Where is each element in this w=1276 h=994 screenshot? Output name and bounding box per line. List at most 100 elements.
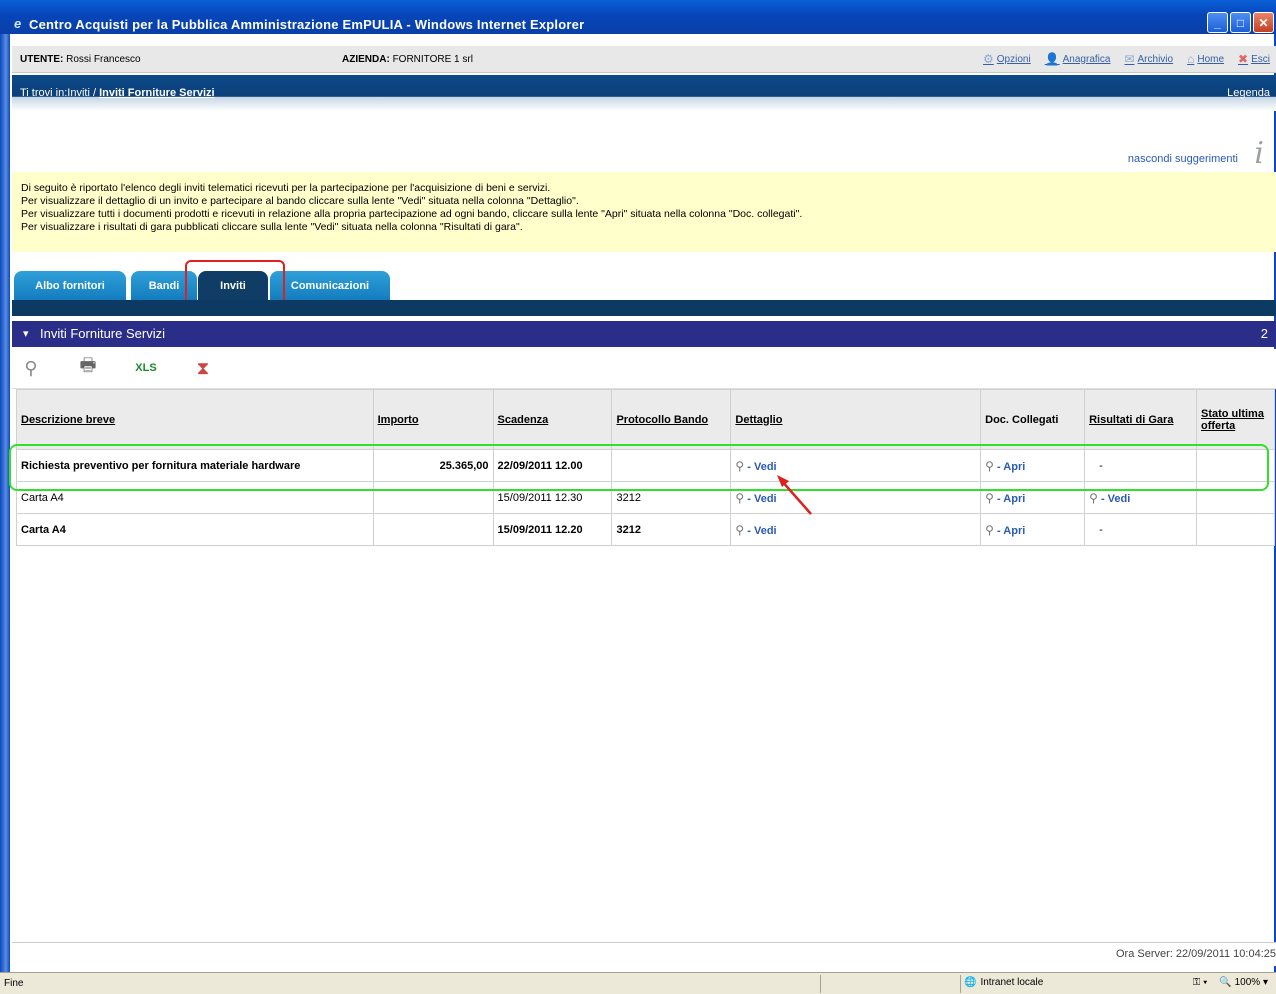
- apri-link[interactable]: - Apri: [997, 461, 1025, 473]
- cell-importo: [372, 513, 494, 546]
- maximize-button[interactable]: □: [1230, 12, 1251, 33]
- apri-link[interactable]: - Apri: [997, 493, 1025, 505]
- breadcrumb: Ti trovi in:Inviti / Inviti Forniture Se…: [12, 75, 1276, 111]
- tab-albo-fornitori[interactable]: Albo fornitori: [14, 271, 126, 301]
- cell-stato: [1196, 449, 1275, 482]
- cell-dettaglio: ⚲ - Vedi: [730, 513, 982, 546]
- col-dettaglio-label: Dettaglio: [735, 413, 783, 426]
- nav-esci[interactable]: ✖ Esci: [1238, 52, 1270, 66]
- nav-home[interactable]: ⌂ Home: [1187, 52, 1224, 66]
- nav-anagrafica[interactable]: 👤 Anagrafica: [1045, 52, 1111, 66]
- cell-doc: ⚲ - Apri: [980, 481, 1086, 514]
- col-scadenza[interactable]: Scadenza: [492, 389, 613, 450]
- tip-line: Di seguito è riportato l'elenco degli in…: [21, 182, 551, 194]
- vedi-link[interactable]: - Vedi: [747, 493, 776, 505]
- search-icon[interactable]: ⚲: [985, 523, 994, 537]
- excel-icon[interactable]: XLS: [135, 357, 157, 379]
- cell-stato: [1196, 481, 1275, 514]
- vedi-risultati-link[interactable]: - Vedi: [1101, 493, 1130, 505]
- company-name: FORNITORE 1 srl: [392, 54, 473, 65]
- vedi-link[interactable]: - Vedi: [747, 461, 776, 473]
- search-icon[interactable]: ⚲: [985, 491, 994, 505]
- apri-link[interactable]: - Apri: [997, 525, 1025, 537]
- search-icon[interactable]: ⚲: [1089, 491, 1098, 505]
- nav-home-label: Home: [1197, 53, 1225, 65]
- search-icon[interactable]: ⚲: [735, 459, 744, 473]
- home-icon: ⌂: [1187, 52, 1195, 66]
- col-descrizione[interactable]: Descrizione breve: [16, 389, 374, 450]
- cell-scadenza: 22/09/2011 12.00: [492, 449, 613, 482]
- cell-dettaglio: ⚲ - Vedi: [730, 481, 982, 514]
- table-header-row: Descrizione breve Importo Scadenza Proto…: [16, 389, 1275, 450]
- legend-link[interactable]: Legenda: [1227, 87, 1270, 99]
- tip-line: Per visualizzare il dettaglio di un invi…: [21, 195, 579, 207]
- risultati-value: -: [1099, 523, 1103, 536]
- col-dettaglio[interactable]: Dettaglio: [730, 389, 982, 450]
- search-icon[interactable]: ⚲: [985, 459, 994, 473]
- collapse-icon[interactable]: ▾: [23, 327, 29, 340]
- col-risultati[interactable]: Risultati di Gara: [1084, 389, 1197, 450]
- cell-descrizione: Carta A4: [16, 481, 374, 514]
- nav-opzioni-label: Opzioni: [996, 53, 1031, 65]
- search-icon[interactable]: ⚲: [735, 491, 744, 505]
- tip-line: Per visualizzare tutti i documenti prodo…: [21, 208, 803, 220]
- cell-importo: 25.365,00: [372, 449, 494, 482]
- hourglass-icon[interactable]: ⧗: [192, 357, 214, 379]
- zone-label: Intranet locale: [980, 977, 1044, 988]
- window-title: Centro Acquisti per la Pubblica Amminist…: [29, 17, 585, 32]
- print-icon[interactable]: 🖶: [77, 355, 99, 379]
- cell-doc: ⚲ - Apri: [980, 449, 1086, 482]
- cell-importo: [372, 481, 494, 514]
- status-divider: [820, 975, 821, 993]
- protected-mode-icon[interactable]: ⚿ ▾: [1193, 977, 1208, 988]
- zoom-level[interactable]: 🔍 100% ▾: [1219, 977, 1268, 988]
- cell-descrizione: Richiesta preventivo per fornitura mater…: [16, 449, 374, 482]
- col-doc-collegati: Doc. Collegati: [980, 389, 1086, 450]
- nav-archivio[interactable]: ✉ Archivio: [1124, 52, 1173, 66]
- person-icon: 👤: [1044, 52, 1060, 66]
- tab-underline: [12, 300, 1276, 316]
- vedi-link[interactable]: - Vedi: [747, 525, 776, 537]
- user-name: Rossi Francesco: [66, 54, 141, 65]
- minimize-button[interactable]: _: [1207, 12, 1228, 33]
- cell-risultati: -: [1084, 449, 1197, 482]
- server-time: Ora Server: 22/09/2011 10:04:25: [1115, 948, 1276, 960]
- cell-risultati: -: [1084, 513, 1197, 546]
- cell-risultati: ⚲ - Vedi: [1084, 481, 1197, 514]
- col-stato[interactable]: Stato ultima offerta: [1196, 389, 1275, 450]
- search-icon[interactable]: ⚲: [20, 357, 42, 379]
- close-button[interactable]: ✕: [1253, 12, 1274, 33]
- zoom-value: 100%: [1234, 977, 1261, 988]
- col-protocollo[interactable]: Protocollo Bando: [611, 389, 732, 450]
- window-controls: _ □ ✕: [1207, 12, 1274, 33]
- tab-comunicazioni[interactable]: Comunicazioni: [270, 271, 390, 301]
- globe-icon: 🌐: [964, 977, 977, 988]
- search-icon[interactable]: ⚲: [735, 523, 744, 537]
- status-divider: [960, 975, 961, 993]
- gear-icon: ⚙: [983, 52, 994, 66]
- company-info: AZIENDA: FORNITORE 1 srl: [342, 54, 473, 65]
- tips-panel: Di seguito è riportato l'elenco degli in…: [12, 172, 1276, 252]
- archive-icon: ✉: [1124, 52, 1135, 66]
- col-protocollo-label: Protocollo Bando: [616, 413, 709, 426]
- status-text: Fine: [4, 978, 24, 989]
- col-descrizione-label: Descrizione breve: [21, 413, 116, 426]
- col-scadenza-label: Scadenza: [497, 413, 549, 426]
- hide-tips-link[interactable]: nascondi suggerimenti: [1128, 153, 1238, 165]
- nav-esci-label: Esci: [1251, 53, 1270, 65]
- nav-opzioni[interactable]: ⚙ Opzioni: [983, 52, 1031, 66]
- company-label: AZIENDA:: [342, 54, 390, 65]
- col-importo[interactable]: Importo: [372, 389, 494, 450]
- cell-dettaglio: ⚲ - Vedi: [730, 449, 982, 482]
- cell-stato: [1196, 513, 1275, 546]
- table-row: Richiesta preventivo per fornitura mater…: [16, 449, 1275, 482]
- zoom-control[interactable]: ⚿ ▾ 🔍 100% ▾: [1193, 977, 1268, 988]
- exit-icon: ✖: [1238, 52, 1249, 66]
- window-titlebar: e Centro Acquisti per la Pubblica Ammini…: [0, 0, 1276, 34]
- breadcrumb-path: Ti trovi in:Inviti / Inviti Forniture Se…: [20, 87, 215, 99]
- col-risultati-label: Risultati di Gara: [1089, 413, 1174, 426]
- cell-doc: ⚲ - Apri: [980, 513, 1086, 546]
- server-time-bar: Ora Server: 22/09/2011 10:04:25: [12, 942, 1276, 966]
- breadcrumb-current-link[interactable]: Inviti Forniture Servizi: [99, 87, 215, 99]
- ie-icon: e: [14, 16, 22, 31]
